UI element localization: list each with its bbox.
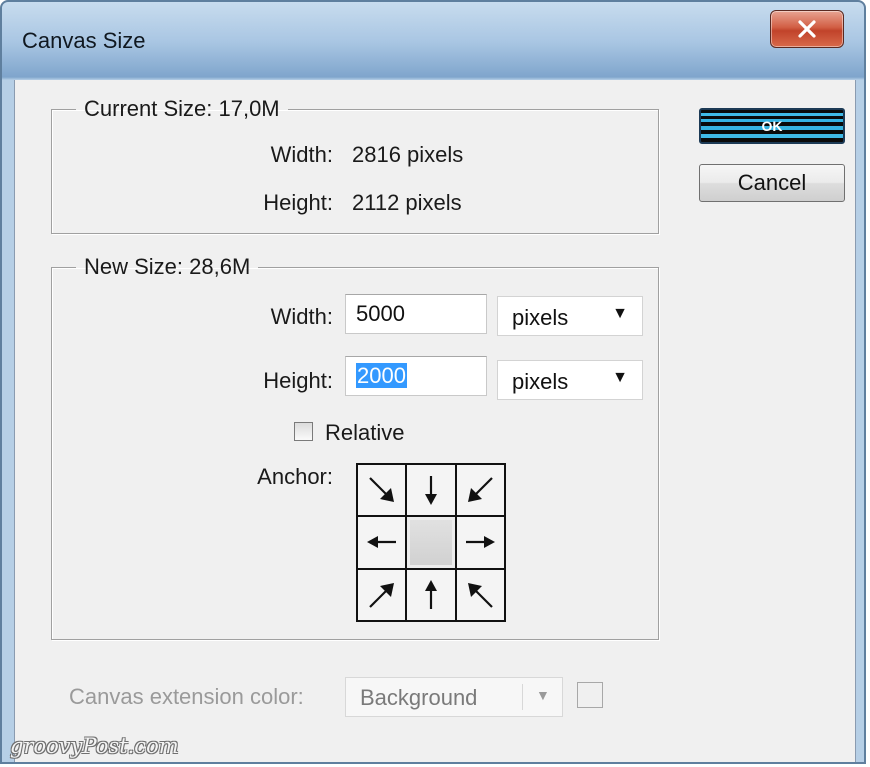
extension-color-select[interactable]: Background ▼ [345,677,563,717]
arrow-up-left-icon [468,582,494,608]
dropdown-arrow-icon: ▼ [612,305,628,322]
dropdown-arrow-icon: ▼ [612,369,628,386]
dialog-title: Canvas Size [22,28,146,53]
current-height-label: Height: [263,190,333,215]
arrow-down-left-icon [468,477,494,503]
height-input[interactable]: 2000 [345,356,487,396]
extension-color-swatch[interactable] [577,682,603,708]
arrow-up-right-icon [368,582,394,608]
current-width-value: 2816 pixels [352,142,464,167]
watermark: groovyPost.com [10,734,179,758]
width-unit-select[interactable]: pixels ▼ [497,296,643,336]
current-height-value: 2112 pixels [352,190,462,215]
current-width-label: Width: [270,142,333,167]
arrow-down-right-icon [368,477,394,503]
ok-button[interactable]: OK [699,108,845,144]
anchor-bottom-left[interactable] [358,569,406,620]
select-divider [522,684,523,710]
relative-label[interactable]: Relative [325,420,404,446]
title-bar[interactable]: Canvas Size [2,2,864,80]
arrow-right-icon [466,536,496,549]
extension-color-value: Background [360,685,478,710]
dropdown-arrow-icon: ▼ [536,687,550,703]
anchor-top-right[interactable] [456,465,504,516]
anchor-top[interactable] [407,465,455,516]
new-size-legend: New Size: 28,6M [84,254,251,279]
close-button[interactable] [770,10,844,48]
dialog-body: Current Size: 17,0M Width: 2816 pixels H… [14,80,856,762]
relative-checkbox[interactable] [294,422,313,441]
close-icon [798,20,816,38]
anchor-center[interactable] [407,517,455,568]
canvas-size-dialog: Canvas Size Current Size: 17,0M Width: 2… [0,0,866,764]
anchor-right[interactable] [456,517,504,568]
new-height-label: Height: [263,368,333,393]
anchor-top-left[interactable] [358,465,406,516]
cancel-button[interactable]: Cancel [699,164,845,202]
width-input-value: 5000 [356,301,405,326]
current-size-legend: Current Size: 17,0M [84,96,280,121]
arrow-left-icon [366,536,396,549]
width-unit-value: pixels [512,305,569,330]
arrow-down-icon [424,476,437,506]
anchor-label: Anchor: [257,464,333,489]
height-unit-value: pixels [512,369,569,394]
width-input[interactable]: 5000 [345,294,487,334]
height-input-value: 2000 [356,363,407,388]
arrow-up-icon [424,579,437,609]
anchor-bottom[interactable] [407,569,455,620]
anchor-bottom-right[interactable] [456,569,504,620]
anchor-grid [356,463,506,622]
extension-color-label: Canvas extension color: [69,684,304,709]
anchor-left[interactable] [358,517,406,568]
new-width-label: Width: [270,304,333,329]
height-unit-select[interactable]: pixels ▼ [497,360,643,400]
